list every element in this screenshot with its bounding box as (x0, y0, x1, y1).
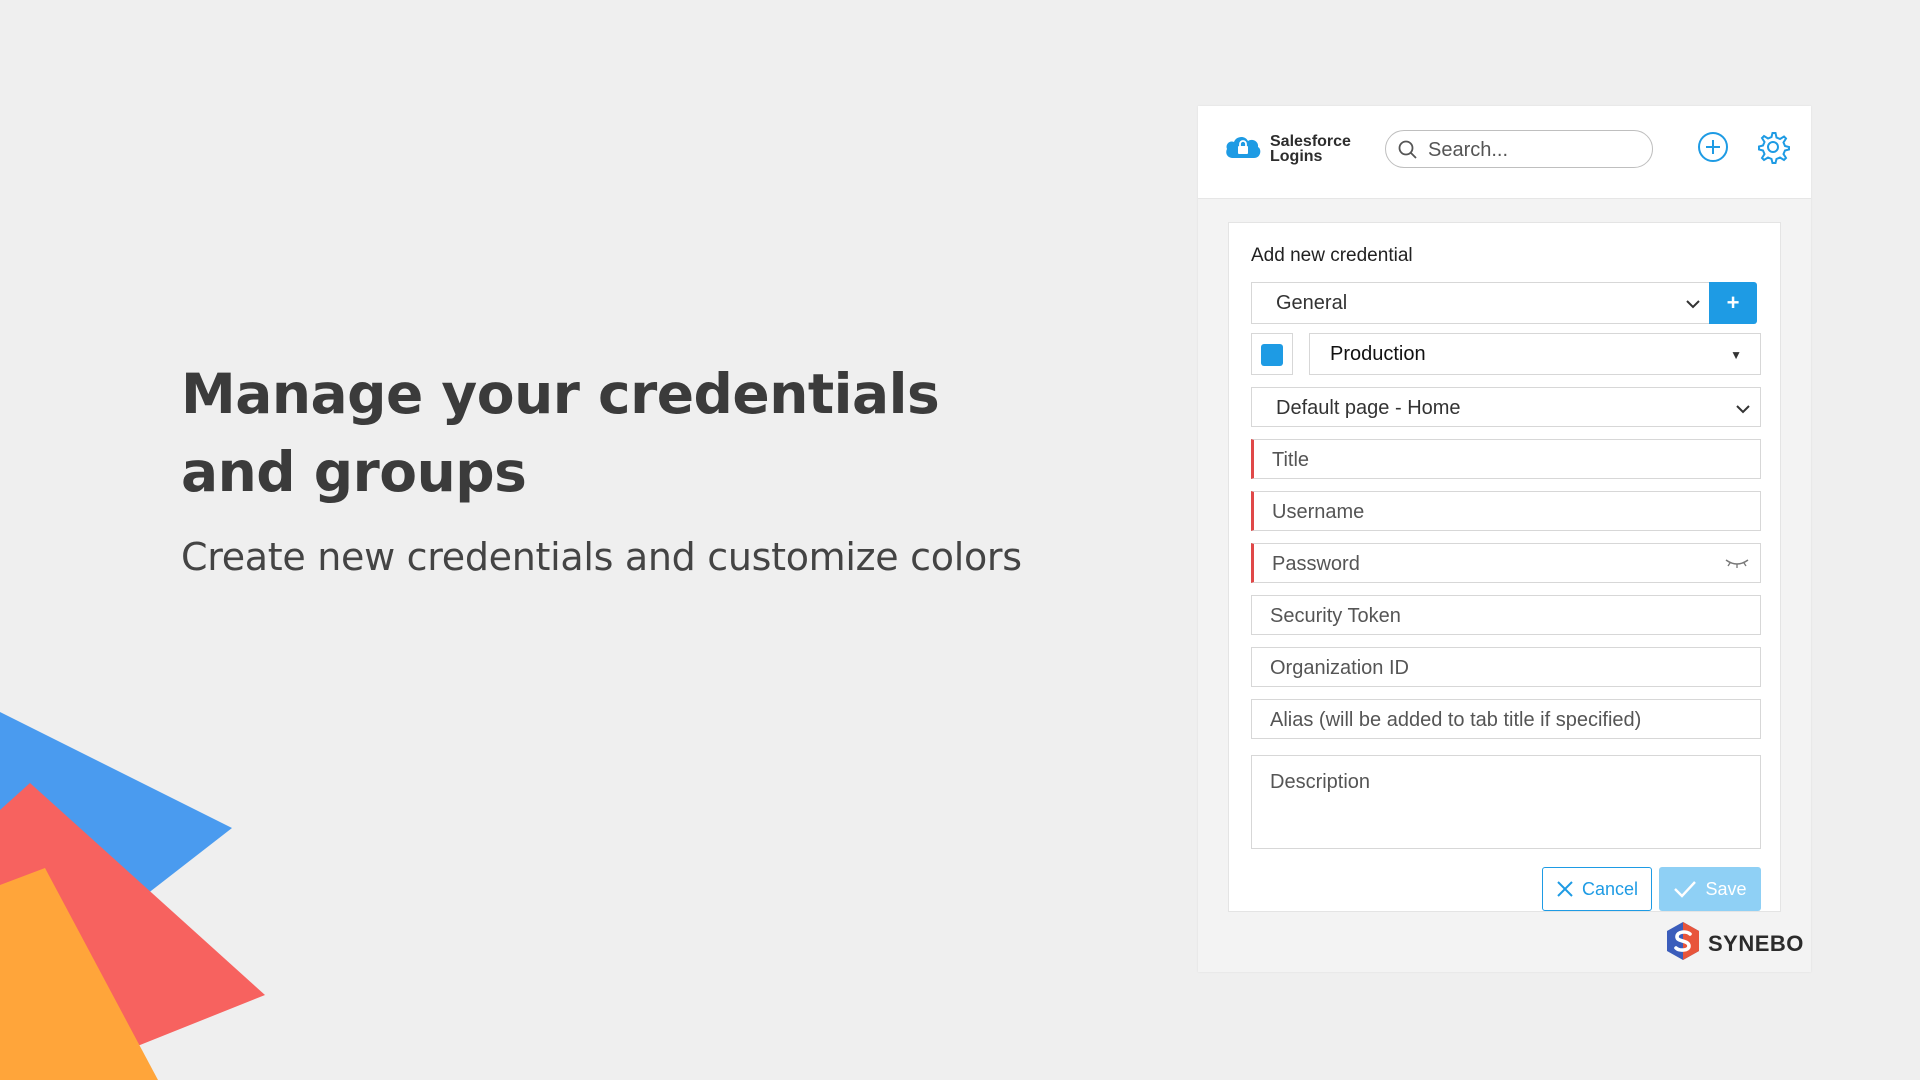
security-token-placeholder: Security Token (1270, 605, 1401, 627)
group-select[interactable]: General (1251, 282, 1711, 324)
username-placeholder: Username (1272, 501, 1365, 523)
extension-panel: Salesforce Logins Search... Add new cred… (1198, 106, 1811, 972)
plus-circle-icon (1696, 132, 1730, 168)
brand-line1: Salesforce (1270, 132, 1351, 150)
add-credential-button[interactable] (1696, 130, 1732, 166)
alias-field[interactable]: Alias (will be added to tab title if spe… (1251, 699, 1761, 739)
title-placeholder: Title (1272, 449, 1310, 471)
environment-select[interactable]: Production ▼ (1309, 333, 1761, 375)
top-bar: Salesforce Logins (1198, 106, 1811, 199)
hero-title-line1: Manage your credentials (181, 362, 940, 426)
title-field[interactable]: Title (1251, 439, 1761, 479)
organization-id-placeholder: Organization ID (1270, 657, 1409, 679)
chevron-down-icon (1686, 296, 1700, 314)
alias-placeholder: Alias (will be added to tab title if spe… (1270, 709, 1642, 731)
triangle-down-icon: ▼ (1730, 348, 1742, 362)
cancel-button[interactable]: Cancel (1542, 867, 1652, 911)
color-swatch (1261, 344, 1283, 366)
search-input[interactable] (1426, 136, 1640, 164)
eye-closed-icon[interactable] (1724, 556, 1750, 574)
group-select-value: General (1276, 292, 1348, 314)
synebo-s-icon (1666, 921, 1700, 966)
brand-line2: Logins (1270, 147, 1323, 165)
synebo-logo-text: SYNEBO (1708, 930, 1804, 956)
brand-name: Salesforce Logins (1270, 132, 1351, 165)
color-picker-button[interactable] (1251, 333, 1293, 375)
synebo-logo: SYNEBO (1666, 921, 1804, 966)
brand-logo: Salesforce Logins (1224, 132, 1351, 165)
close-icon (1556, 880, 1574, 898)
search-icon (1398, 140, 1418, 165)
security-token-field[interactable]: Security Token (1251, 595, 1761, 635)
password-placeholder: Password (1272, 553, 1360, 575)
hero-subtitle: Create new credentials and customize col… (181, 535, 1022, 579)
environment-select-value: Production (1330, 343, 1426, 365)
username-field[interactable]: Username (1251, 491, 1761, 531)
search-box[interactable] (1385, 130, 1653, 168)
description-textarea[interactable]: Description (1251, 755, 1761, 849)
add-group-button[interactable]: + (1709, 282, 1757, 324)
cancel-label: Cancel (1581, 878, 1639, 899)
hero-title: Manage your credentials and groups (181, 355, 1061, 511)
save-button[interactable]: Save (1659, 867, 1761, 911)
password-field[interactable]: Password (1251, 543, 1761, 583)
add-credential-card: Add new credential General + Production … (1228, 222, 1781, 912)
default-page-value: Default page - Home (1276, 397, 1461, 419)
card-title: Add new credential (1251, 245, 1413, 266)
gear-icon (1756, 132, 1790, 168)
organization-id-field[interactable]: Organization ID (1251, 647, 1761, 687)
settings-button[interactable] (1756, 130, 1792, 166)
cloud-lock-icon (1224, 132, 1262, 165)
hero-title-line2: and groups (181, 440, 527, 504)
default-page-select[interactable]: Default page - Home (1251, 387, 1761, 427)
save-label: Save (1705, 878, 1747, 899)
description-placeholder: Description (1270, 771, 1371, 793)
checkmark-icon (1673, 880, 1697, 898)
hero-section: Manage your credentials and groups Creat… (181, 355, 1061, 579)
chevron-down-icon (1736, 401, 1750, 419)
